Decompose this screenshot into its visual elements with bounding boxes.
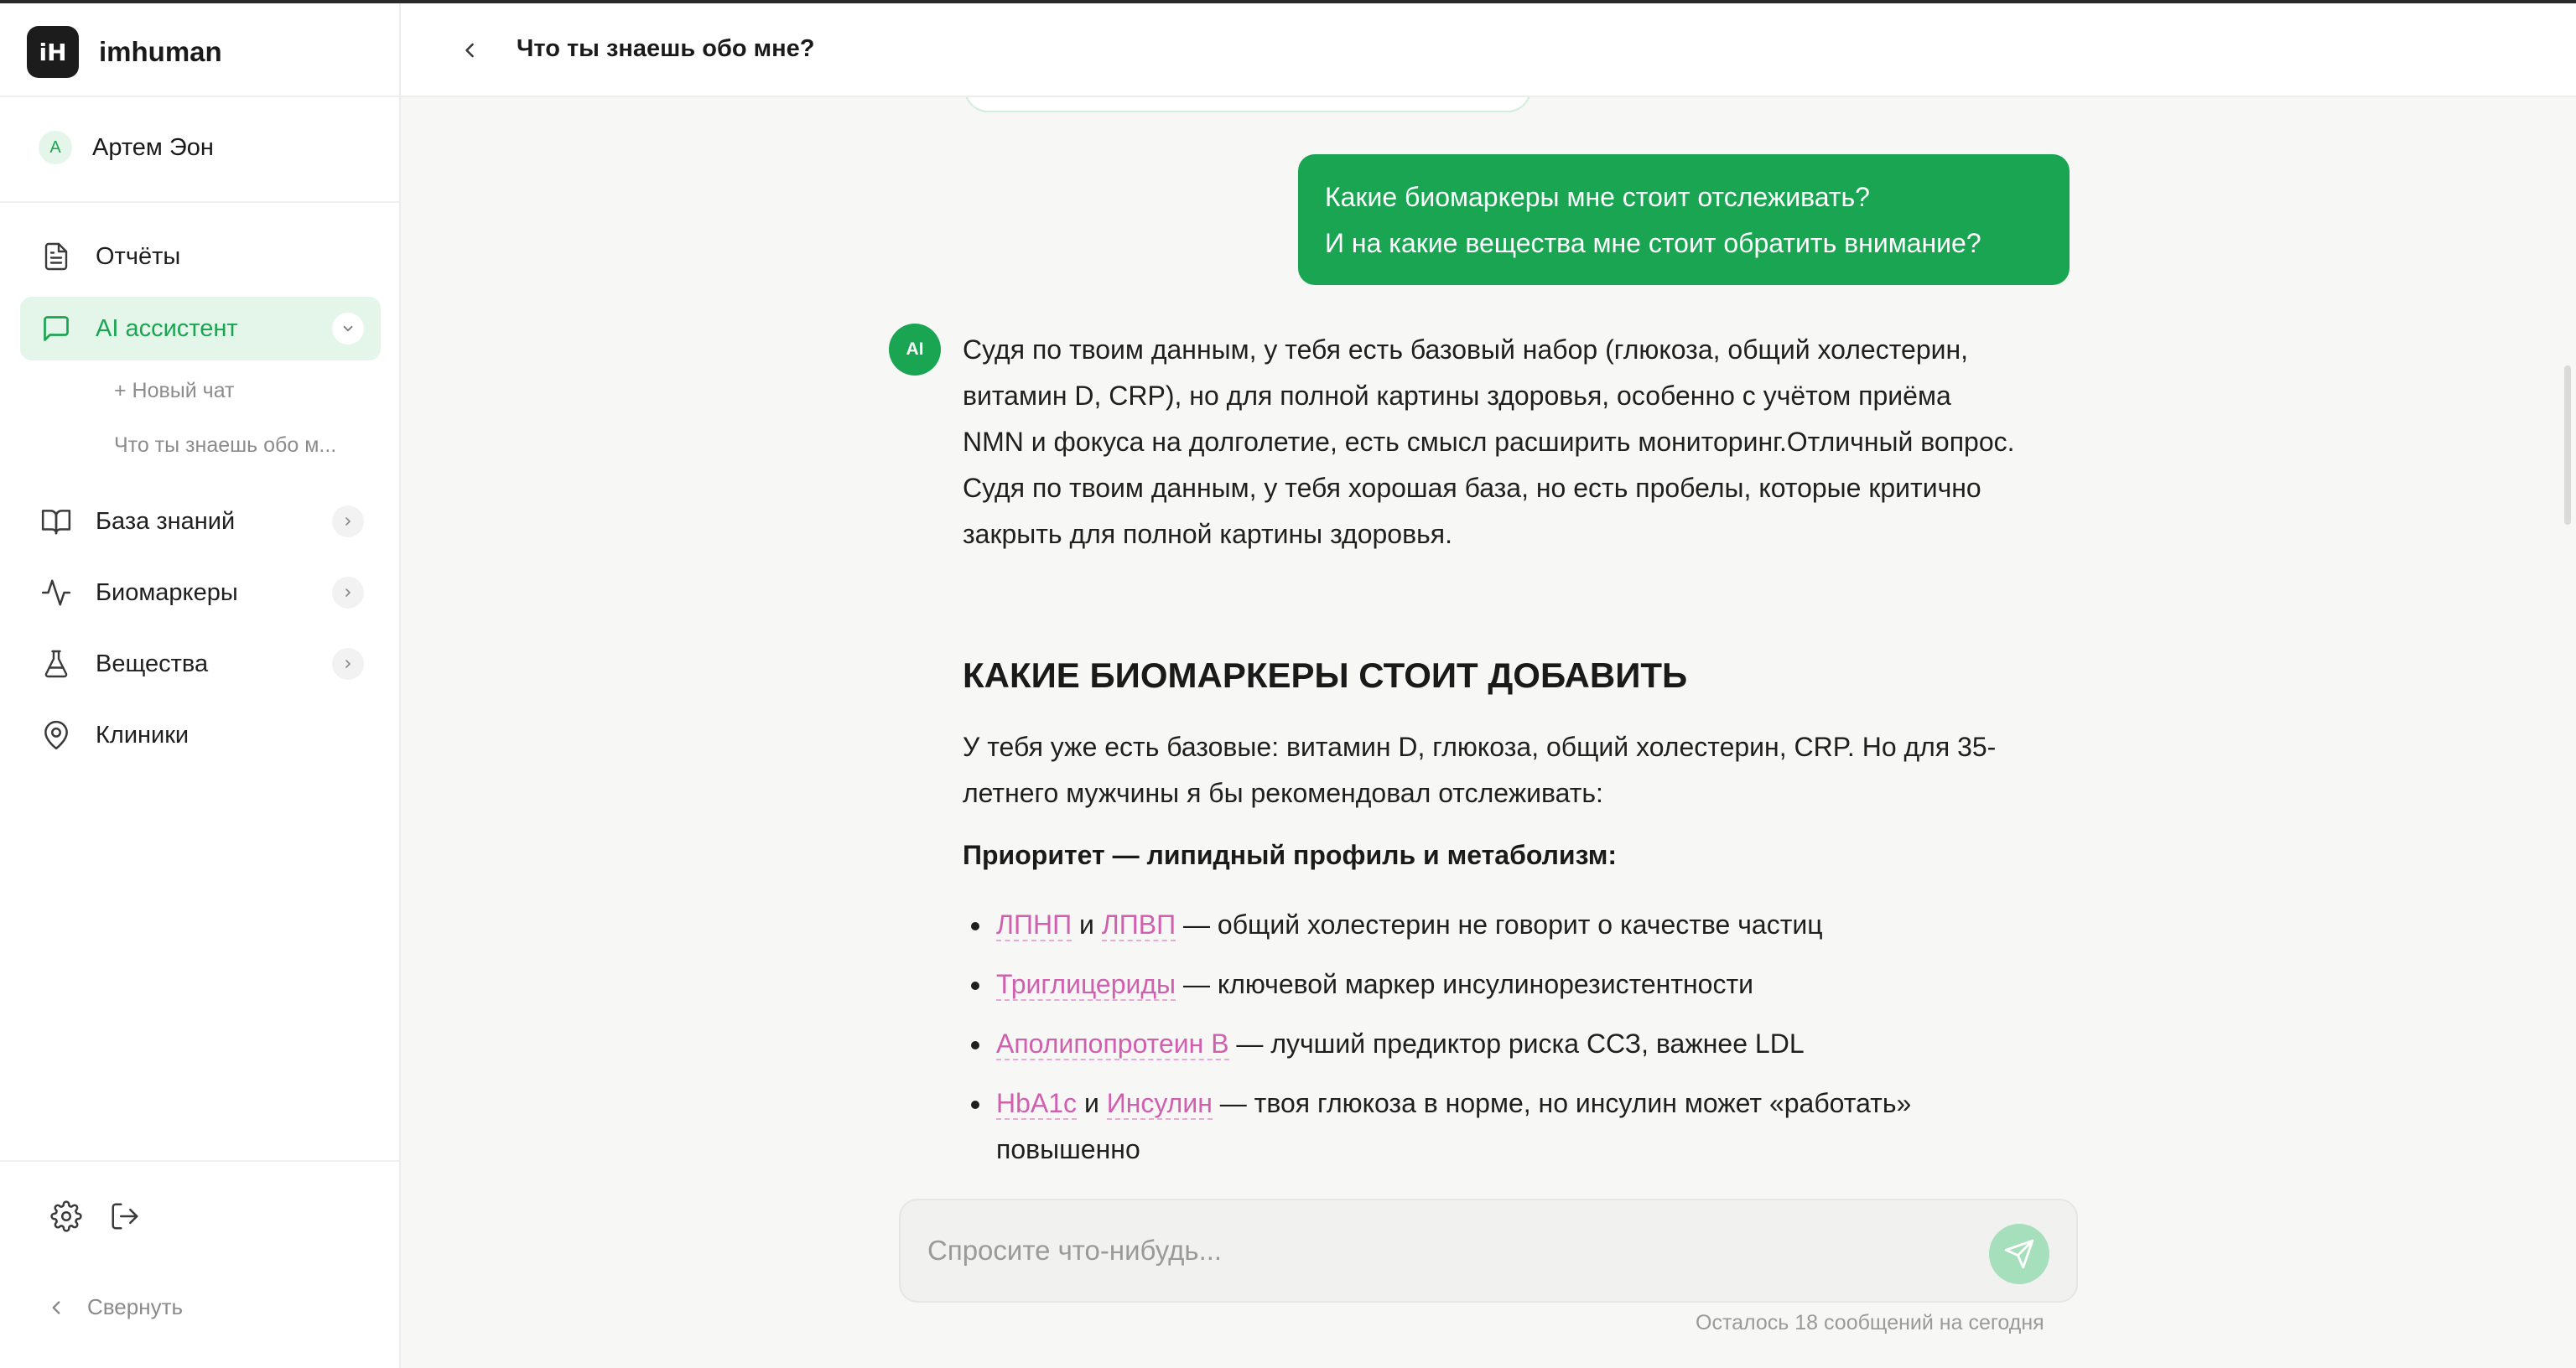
divider <box>0 96 399 97</box>
list-item: Триглицериды — ключевой маркер инсулинор… <box>963 961 2019 1008</box>
sidebar-item-biomarkers[interactable]: Биомаркеры <box>20 561 381 624</box>
ai-message-paragraph: У тебя уже есть базовые: витамин D, глюк… <box>963 732 1997 808</box>
sidebar-item-knowledge-base[interactable]: База знаний <box>20 490 381 553</box>
sidebar-item-substances[interactable]: Вещества <box>20 632 381 696</box>
divider <box>0 1160 399 1162</box>
logout-button[interactable] <box>106 1197 144 1236</box>
flask-icon <box>39 646 74 681</box>
divider <box>0 201 399 203</box>
user-message-line: И на какие вещества мне стоит обратить в… <box>1325 228 1981 258</box>
send-button[interactable] <box>1989 1224 2049 1284</box>
list-item: HbA1c и Инсулин — твоя глюкоза в норме, … <box>963 1080 2019 1173</box>
biomarker-link[interactable]: ЛПНП <box>996 909 1072 941</box>
list-connector: и <box>1072 909 1102 940</box>
collapse-sidebar-button[interactable]: Свернуть <box>45 1294 183 1320</box>
chat-header: Что ты знаешь обо мне? <box>401 3 2576 97</box>
list-item: ЛПНП и ЛПВП — общий холестерин не говори… <box>963 902 2019 948</box>
biomarker-link[interactable]: Триглицериды <box>996 969 1176 1001</box>
map-pin-icon <box>39 718 74 753</box>
list-item: Аполипопротеин B — лучший предиктор риск… <box>963 1021 2019 1067</box>
user-message-line: Какие биомаркеры мне стоит отслеживать? <box>1325 182 1870 212</box>
book-icon <box>39 504 74 539</box>
sidebar-item-label: AI ассистент <box>96 314 238 342</box>
brand[interactable]: iH imhuman <box>27 23 222 80</box>
avatar: A <box>39 131 72 164</box>
sidebar: iH imhuman A Артем Эон Отчёты AI ассисте… <box>0 3 401 1368</box>
sidebar-item-clinics[interactable]: Клиники <box>20 703 381 767</box>
ai-message-intro: Судя по твоим данным, у тебя есть базовы… <box>963 334 2015 549</box>
user-profile[interactable]: A Артем Эон <box>39 131 214 164</box>
page-title: Что ты знаешь обо мне? <box>517 35 815 62</box>
message-input[interactable] <box>927 1226 1984 1276</box>
user-name: Артем Эон <box>92 133 214 161</box>
sidebar-subitem-chat[interactable]: Что ты знаешь обо м... <box>114 433 336 458</box>
collapse-label: Свернуть <box>87 1294 184 1319</box>
chevron-right-icon[interactable] <box>332 648 364 680</box>
ai-message-priority: Приоритет — липидный профиль и метаболиз… <box>963 840 1618 870</box>
settings-button[interactable] <box>47 1197 86 1236</box>
sidebar-item-label: Биомаркеры <box>96 578 238 606</box>
pulse-icon <box>39 575 74 610</box>
sidebar-item-ai-assistant[interactable]: AI ассистент <box>20 297 381 360</box>
list-item-text: — ключевой маркер инсулинорезистентности <box>1176 969 1753 999</box>
send-icon <box>2004 1239 2034 1269</box>
chevron-left-icon <box>465 43 474 58</box>
chat-icon <box>39 311 74 346</box>
ai-message-heading: КАКИЕ БИОМАРКЕРЫ СТОИТ ДОБАВИТЬ <box>963 656 1688 695</box>
list-item-text: — лучший предиктор риска ССЗ, важнее LDL <box>1228 1029 1805 1059</box>
scrollbar[interactable] <box>2564 365 2571 525</box>
sidebar-subitem-new-chat[interactable]: + Новый чат <box>114 379 235 403</box>
sidebar-item-reports[interactable]: Отчёты <box>20 225 381 288</box>
app-logo: iH <box>27 26 79 78</box>
gear-icon <box>50 1200 82 1232</box>
sidebar-item-label: Вещества <box>96 650 209 677</box>
message-limit-text: Осталось 18 сообщений на сегодня <box>1696 1311 2044 1334</box>
back-button[interactable] <box>453 34 486 67</box>
list-connector: и <box>1077 1088 1107 1118</box>
chevron-left-icon <box>52 1300 60 1314</box>
sidebar-item-label: Отчёты <box>96 242 181 270</box>
composer <box>899 1199 2078 1303</box>
sidebar-item-label: Клиники <box>96 721 190 749</box>
list-item-text: — общий холестерин не говорит о качестве… <box>1176 909 1823 940</box>
chevron-right-icon[interactable] <box>332 577 364 609</box>
biomarker-link[interactable]: Инсулин <box>1106 1088 1213 1120</box>
biomarker-list: ЛПНП и ЛПВП — общий холестерин не говори… <box>963 902 2019 1186</box>
chevron-down-icon[interactable] <box>332 313 364 345</box>
user-message-bubble: Какие биомаркеры мне стоит отслеживать? … <box>1298 154 2070 285</box>
ai-avatar: AI <box>889 324 941 376</box>
biomarker-link[interactable]: ЛПВП <box>1101 909 1176 941</box>
logout-icon <box>112 1203 138 1230</box>
biomarker-link[interactable]: Аполипопротеин B <box>996 1029 1229 1060</box>
app-name: imhuman <box>99 36 222 67</box>
chevron-right-icon[interactable] <box>332 505 364 537</box>
biomarker-link[interactable]: HbA1c <box>996 1088 1078 1120</box>
chat-area: Какие биомаркеры мне стоит отслеживать? … <box>401 97 2576 1368</box>
previous-message-card <box>964 97 1531 112</box>
document-icon <box>39 239 74 274</box>
sidebar-item-label: База знаний <box>96 507 236 535</box>
